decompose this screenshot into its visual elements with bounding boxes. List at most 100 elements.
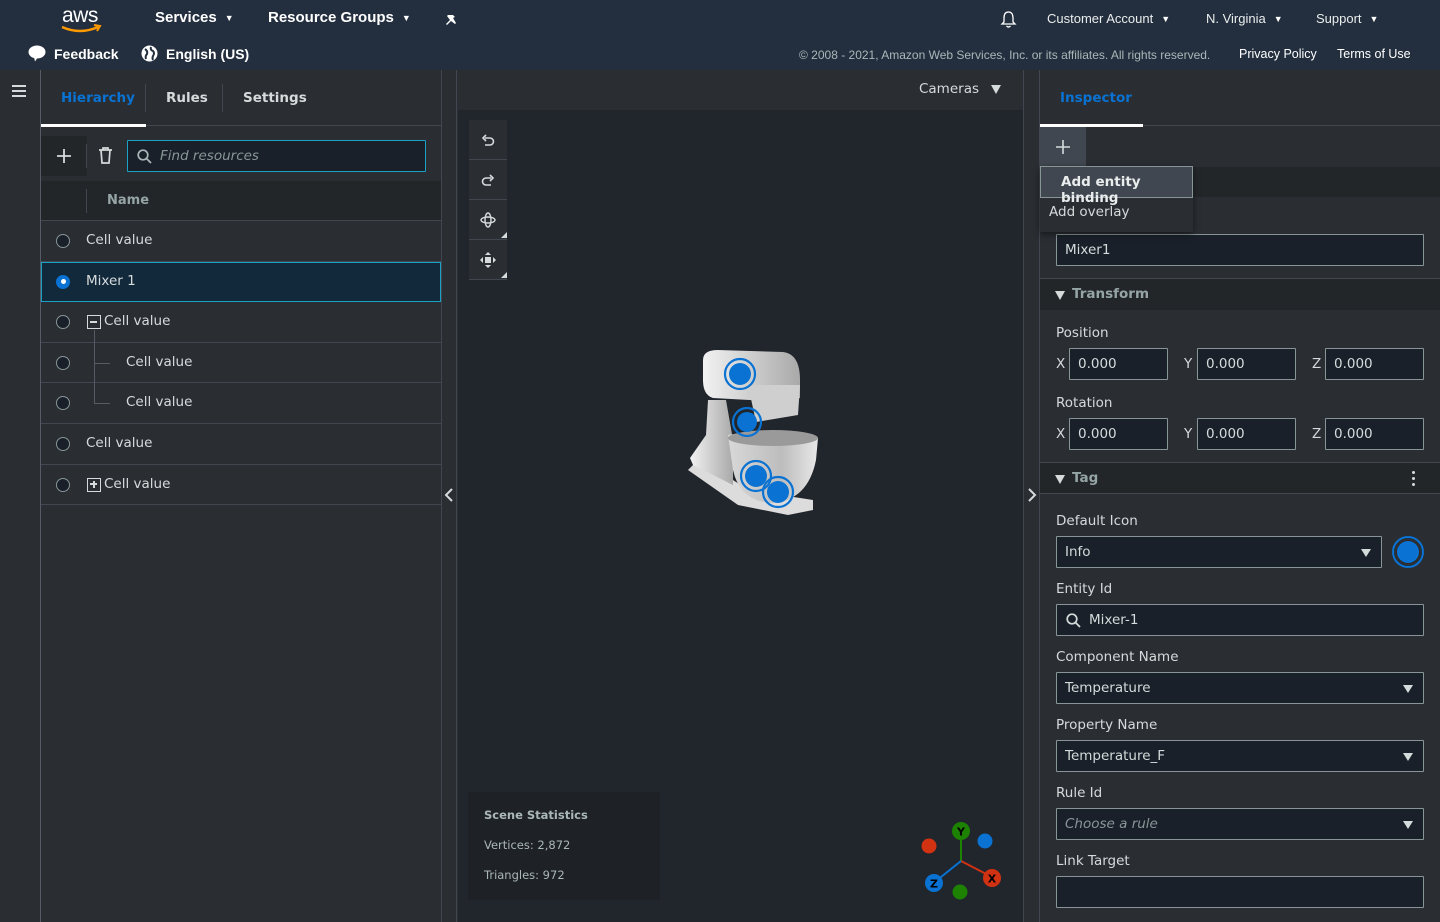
row-radio[interactable] [56, 436, 70, 451]
tag-title: Tag [1072, 470, 1099, 486]
add-component-button[interactable] [1040, 127, 1086, 166]
entity-id-input[interactable]: Mixer-1 [1056, 604, 1424, 636]
x-axis-handle[interactable]: X [983, 869, 1001, 887]
neg-y-handle[interactable] [952, 884, 968, 900]
table-row[interactable]: Cell value [41, 424, 441, 465]
left-rail [0, 70, 40, 922]
scene-statistics-title: Scene Statistics [484, 808, 588, 822]
cameras-label: Cameras [918, 81, 979, 97]
position-z-input[interactable]: 0.000 [1325, 348, 1424, 380]
account-label: Customer Account [1047, 11, 1154, 26]
row-radio-selected[interactable] [56, 274, 70, 289]
scene-viewport[interactable]: Cameras Scene Statistics Vertices: 2,872… [458, 70, 1023, 922]
search-placeholder: Find resources [160, 148, 259, 164]
row-label: Cell value [126, 353, 193, 370]
region-menu[interactable]: N. Virginia ▼ [1206, 11, 1283, 26]
row-radio[interactable] [56, 396, 70, 411]
tag-marker[interactable] [723, 357, 757, 391]
table-row[interactable]: Cell value [41, 302, 441, 344]
default-icon-select[interactable]: Info [1056, 536, 1382, 568]
tab-inspector[interactable]: Inspector [1060, 70, 1132, 126]
privacy-policy-link[interactable]: Privacy Policy [1239, 47, 1317, 61]
table-row[interactable]: Cell value [41, 383, 441, 424]
table-row[interactable]: Cell value [41, 465, 441, 506]
row-radio[interactable] [56, 355, 70, 370]
rule-id-select[interactable]: Choose a rule [1056, 808, 1424, 840]
table-row[interactable]: Cell value [41, 342, 441, 384]
row-radio[interactable] [56, 477, 70, 492]
chevron-down-icon: ▼ [401, 12, 411, 23]
property-name-select[interactable]: Temperature_F [1056, 740, 1424, 772]
neg-z-handle[interactable] [977, 833, 993, 849]
link-target-input[interactable] [1056, 876, 1424, 908]
chevron-down-icon: ▼ [1273, 13, 1283, 24]
table-row-selected[interactable]: Mixer 1 [41, 261, 441, 303]
scene-statistics-panel: Scene Statistics Vertices: 2,872 Triangl… [468, 792, 660, 900]
transform-section-header[interactable]: Transform [1040, 278, 1440, 310]
rotation-z-input[interactable]: 0.000 [1325, 418, 1424, 450]
add-button[interactable] [41, 136, 87, 176]
hierarchy-panel: Hierarchy Rules Settings Find resources … [40, 70, 441, 922]
position-y-input[interactable]: 0.000 [1197, 348, 1296, 380]
redo-button[interactable] [469, 160, 507, 200]
column-header-name[interactable]: Name [107, 193, 149, 208]
feedback-link[interactable]: Feedback [28, 45, 119, 62]
terms-of-use-link[interactable]: Terms of Use [1337, 47, 1411, 61]
row-radio[interactable] [56, 234, 70, 248]
support-menu[interactable]: Support ▼ [1316, 11, 1378, 26]
row-label: Cell value [86, 232, 153, 248]
orbit-mode-button[interactable] [469, 200, 507, 240]
component-name-label: Component Name [1056, 649, 1179, 665]
pan-mode-button[interactable] [469, 240, 507, 280]
stand-mixer-model[interactable] [678, 340, 828, 530]
menu-item-add-overlay[interactable]: Add overlay [1040, 202, 1193, 230]
collapse-right-panel-handle[interactable] [1023, 70, 1040, 922]
neg-x-handle[interactable] [921, 838, 937, 854]
collapse-left-panel-handle[interactable] [441, 70, 457, 922]
language-selector[interactable]: English (US) [141, 45, 249, 62]
row-label: Cell value [86, 434, 153, 451]
find-resources-input[interactable]: Find resources [127, 140, 426, 172]
position-x-input[interactable]: 0.000 [1069, 348, 1168, 380]
undo-button[interactable] [469, 120, 507, 160]
caret-down-icon [1403, 685, 1413, 693]
delete-button[interactable] [95, 144, 117, 168]
entity-id-value: Mixer-1 [1089, 612, 1139, 628]
tag-section-header[interactable]: Tag [1040, 462, 1440, 494]
plus-icon [57, 149, 71, 163]
axis-gizmo[interactable]: Y X Z [916, 818, 1006, 908]
row-radio[interactable] [56, 315, 70, 330]
notifications-bell-icon[interactable] [1000, 10, 1017, 29]
hierarchy-toolbar: Find resources [41, 127, 441, 181]
info-tag-icon-preview[interactable] [1392, 536, 1424, 568]
tag-marker[interactable] [739, 459, 773, 493]
globe-icon [141, 45, 158, 62]
support-label: Support [1316, 11, 1362, 26]
more-options-icon[interactable] [1412, 471, 1416, 489]
y-axis-handle[interactable]: Y [952, 822, 970, 840]
z-axis-handle[interactable]: Z [925, 874, 943, 892]
hamburger-menu-icon[interactable] [12, 85, 26, 97]
tag-marker[interactable] [761, 475, 795, 509]
services-menu[interactable]: Services ▼ [155, 9, 234, 26]
pin-icon[interactable] [444, 11, 460, 27]
aws-logo[interactable]: aws [60, 4, 104, 36]
resource-groups-menu[interactable]: Resource Groups ▼ [268, 9, 411, 26]
tag-marker[interactable] [731, 406, 763, 438]
undo-icon [481, 134, 495, 146]
entity-name-input[interactable]: Mixer1 [1056, 234, 1424, 266]
tab-divider [145, 84, 146, 112]
rotation-x-input[interactable]: 0.000 [1069, 418, 1168, 450]
account-menu[interactable]: Customer Account ▼ [1047, 11, 1170, 26]
collapse-icon[interactable] [87, 315, 101, 330]
expand-icon[interactable] [87, 477, 101, 492]
menu-item-add-entity-binding[interactable]: Add entity binding [1040, 166, 1193, 206]
tab-rules[interactable]: Rules [166, 70, 208, 126]
tab-settings[interactable]: Settings [243, 70, 307, 126]
rotation-y-input[interactable]: 0.000 [1197, 418, 1296, 450]
cameras-dropdown[interactable]: Cameras [919, 81, 1001, 97]
tab-hierarchy[interactable]: Hierarchy [61, 70, 135, 126]
more-options-corner [501, 232, 507, 238]
table-row[interactable]: Cell value [41, 221, 441, 262]
component-name-select[interactable]: Temperature [1056, 672, 1424, 704]
